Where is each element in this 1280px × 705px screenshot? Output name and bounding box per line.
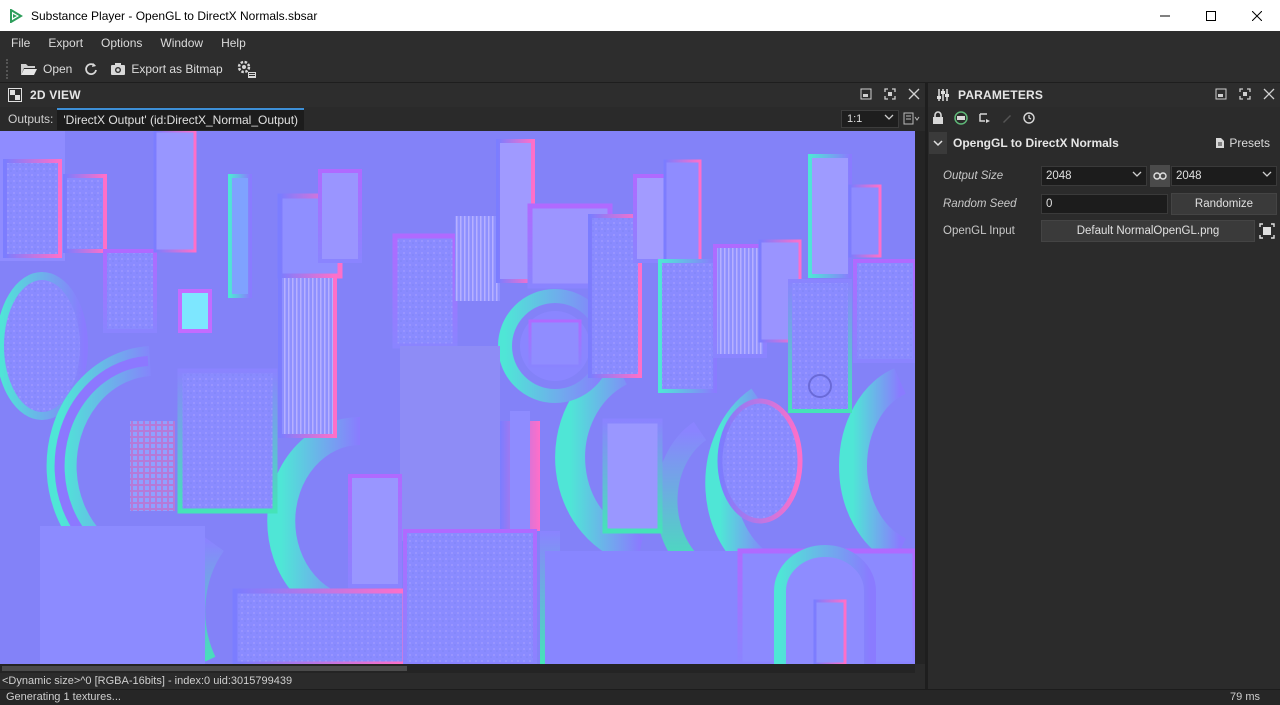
- status-bar: Generating 1 textures... 79 ms: [0, 689, 1280, 705]
- minimize-icon: [1160, 15, 1170, 16]
- parameters-float-button[interactable]: [1214, 87, 1228, 101]
- menu-file[interactable]: File: [2, 36, 39, 50]
- presets-label: Presets: [1229, 136, 1270, 150]
- reset-icon[interactable]: [1022, 111, 1036, 125]
- pencil-icon: [1001, 112, 1013, 124]
- settings-button[interactable]: [229, 57, 263, 81]
- sliders-icon: [936, 88, 950, 102]
- parameters-panel: PARAMETERS OpengGL to DirectX Normals Pr…: [928, 83, 1280, 689]
- zoom-value: 1:1: [847, 113, 863, 125]
- maximize-icon: [1239, 88, 1251, 100]
- export-bitmap-label: Export as Bitmap: [131, 61, 223, 76]
- view2d-icon: [8, 88, 22, 102]
- image-picker-button[interactable]: [1259, 223, 1275, 239]
- view-options-icon: [903, 112, 920, 125]
- maximize-button[interactable]: [1188, 0, 1234, 31]
- menu-bar: File Export Options Window Help: [0, 31, 1280, 55]
- maximize-icon: [884, 88, 896, 100]
- chevron-down-icon: [1132, 169, 1142, 182]
- title-bar: Substance Player - OpenGL to DirectX Nor…: [0, 0, 1280, 31]
- open-label: Open: [43, 61, 73, 76]
- parameters-maximize-button[interactable]: [1238, 87, 1252, 101]
- parameter-group-header[interactable]: OpengGL to DirectX Normals Presets: [928, 131, 1280, 155]
- outputs-bar: Outputs: 'DirectX Output' (id:DirectX_No…: [0, 107, 925, 131]
- close-icon: [1263, 88, 1275, 100]
- menu-options[interactable]: Options: [92, 36, 151, 50]
- random-seed-label: Random Seed: [943, 198, 1017, 210]
- substance-player-icon: [9, 8, 23, 23]
- export-bitmap-button[interactable]: Export as Bitmap: [104, 57, 228, 81]
- zoom-select[interactable]: 1:1: [841, 110, 899, 128]
- close-icon: [1252, 10, 1262, 21]
- output-size-height-select[interactable]: 2048: [1171, 166, 1277, 186]
- menu-help[interactable]: Help: [212, 36, 255, 50]
- close-window-button[interactable]: [1234, 0, 1280, 31]
- refresh-icon: [85, 62, 98, 75]
- texture-viewport[interactable]: [0, 131, 915, 664]
- param-row-random-seed: Random Seed 0 Randomize: [928, 193, 1280, 215]
- float-icon: [860, 88, 872, 100]
- status-message: Generating 1 textures...: [6, 691, 121, 703]
- param-row-opengl-input: OpenGL Input Default NormalOpenGL.png: [928, 220, 1280, 242]
- network-icon[interactable]: [953, 111, 969, 125]
- maximize-icon: [1206, 10, 1216, 21]
- param-row-output-size: Output Size 2048 2048: [928, 165, 1280, 187]
- output-tab-directx[interactable]: 'DirectX Output' (id:DirectX_Normal_Outp…: [57, 108, 305, 130]
- output-size-height-value: 2048: [1176, 170, 1202, 182]
- view2d-maximize-button[interactable]: [883, 87, 897, 101]
- parameters-header: PARAMETERS: [928, 83, 1280, 107]
- menu-window[interactable]: Window: [151, 36, 212, 50]
- normal-map-texture: [0, 131, 915, 664]
- view2d-title: 2D VIEW: [30, 88, 81, 102]
- status-timing: 79 ms: [1230, 691, 1260, 703]
- minimize-button[interactable]: [1142, 0, 1188, 31]
- presets-button[interactable]: Presets: [1215, 136, 1270, 150]
- refresh-button[interactable]: [78, 57, 104, 81]
- group-title: OpengGL to DirectX Normals: [953, 136, 1119, 150]
- float-icon: [1215, 88, 1227, 100]
- open-button[interactable]: Open: [14, 57, 78, 81]
- parameters-title: PARAMETERS: [958, 88, 1044, 102]
- outputs-label: Outputs:: [8, 112, 54, 126]
- output-size-width-value: 2048: [1046, 170, 1072, 182]
- folder-open-icon: [21, 63, 37, 75]
- parameters-toolbar: [928, 107, 1280, 129]
- viewport-horizontal-scrollbar[interactable]: [0, 664, 915, 673]
- view2d-float-button[interactable]: [859, 87, 873, 101]
- texture-info: <Dynamic size>^0 [RGBA-16bits] - index:0…: [2, 675, 293, 687]
- parameters-close-button[interactable]: [1262, 87, 1276, 101]
- scrollbar-thumb[interactable]: [2, 666, 407, 671]
- random-seed-value: 0: [1046, 198, 1053, 210]
- output-size-width-select[interactable]: 2048: [1041, 166, 1147, 186]
- viewport-vertical-scrollbar[interactable]: [915, 131, 925, 664]
- main-toolbar: Open Export as Bitmap: [0, 55, 1280, 83]
- chevron-down-icon: [1262, 169, 1272, 182]
- window-title: Substance Player - OpenGL to DirectX Nor…: [31, 8, 318, 23]
- pin-icon[interactable]: [978, 111, 992, 125]
- randomize-button[interactable]: Randomize: [1171, 193, 1277, 215]
- lock-icon[interactable]: [932, 111, 944, 125]
- chevron-down-icon: [933, 140, 943, 147]
- image-icon: [1259, 223, 1275, 239]
- opengl-input-label: OpenGL Input: [943, 225, 1015, 237]
- close-icon: [908, 88, 920, 100]
- view2d-header: 2D VIEW: [0, 83, 925, 107]
- link-icon: [1153, 172, 1167, 180]
- output-size-label: Output Size: [943, 170, 1004, 182]
- random-seed-input[interactable]: 0: [1041, 194, 1168, 214]
- camera-icon: [111, 62, 126, 75]
- view-options-button[interactable]: [903, 112, 921, 126]
- document-icon: [1216, 138, 1225, 148]
- chevron-down-icon: [884, 112, 894, 125]
- menu-export[interactable]: Export: [39, 36, 92, 50]
- gear-icon: [237, 60, 256, 78]
- opengl-input-image-button[interactable]: Default NormalOpenGL.png: [1041, 220, 1255, 242]
- view2d-close-button[interactable]: [907, 87, 921, 101]
- link-size-button[interactable]: [1150, 165, 1170, 187]
- collapse-button[interactable]: [929, 132, 947, 154]
- toolbar-grip[interactable]: [6, 58, 14, 79]
